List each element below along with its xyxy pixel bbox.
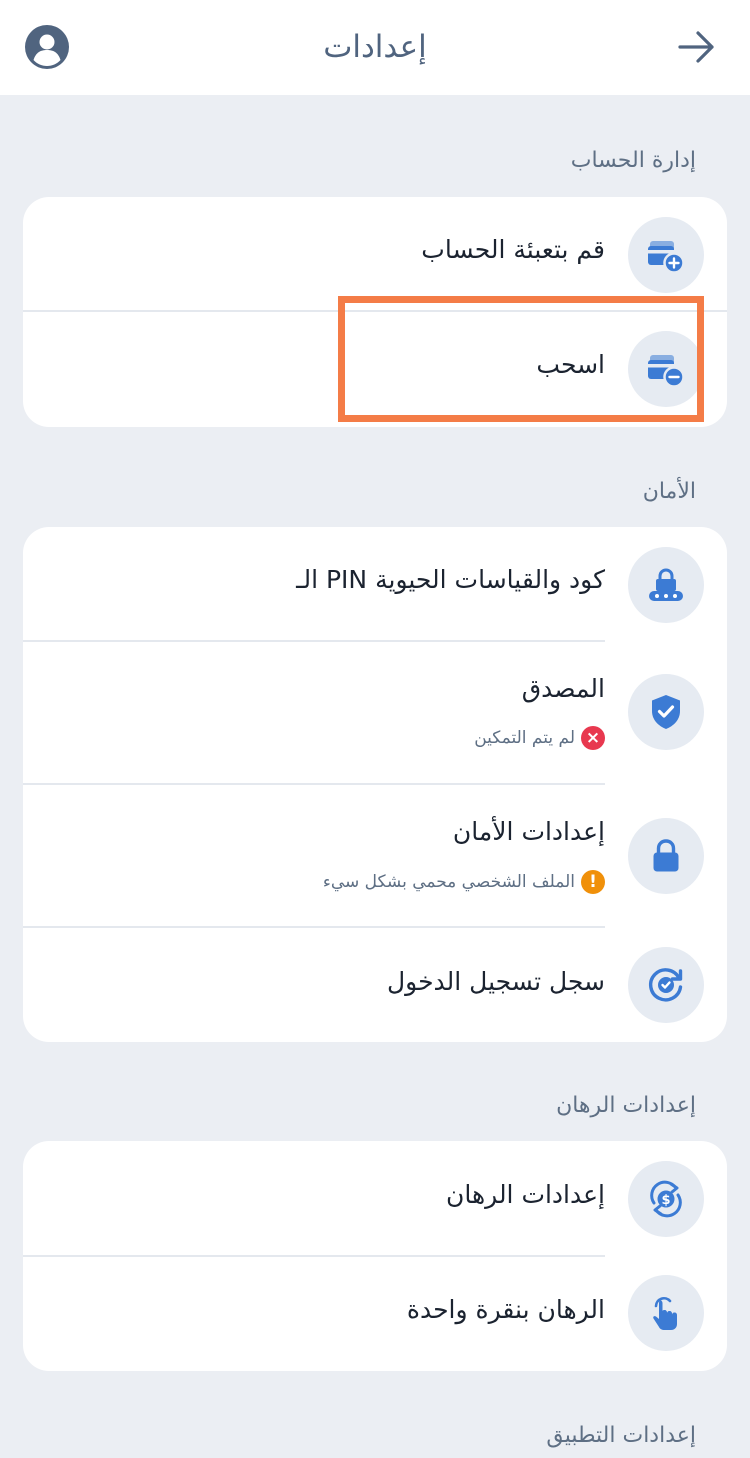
dollar-refresh-icon: $: [628, 1161, 704, 1237]
menu-item-betting-settings[interactable]: $ إعدادات الرهان: [23, 1141, 727, 1255]
menu-item-authenticator[interactable]: المصدق × لم يتم التمكين: [23, 642, 727, 783]
lock-pin-icon: [628, 547, 704, 623]
menu-item-login-history[interactable]: سجل تسجيل الدخول: [23, 928, 727, 1042]
menu-item-top-up[interactable]: قم بتعبئة الحساب: [23, 197, 727, 312]
betting-card: $ إعدادات الرهان الرهان بنقرة واحدة: [23, 1141, 727, 1371]
menu-item-withdraw[interactable]: اسحب: [23, 312, 727, 427]
menu-item-security-settings[interactable]: إعدادات الأمان ! الملف الشخصي محمي بشكل …: [23, 785, 727, 926]
user-avatar-icon[interactable]: [24, 24, 70, 70]
arrow-right-icon[interactable]: [676, 26, 718, 68]
section-label-betting: إعدادات الرهان: [556, 1093, 696, 1118]
menu-item-title: قم بتعبئة الحساب: [421, 235, 605, 264]
history-icon: [628, 947, 704, 1023]
menu-item-one-click-bet[interactable]: الرهان بنقرة واحدة: [23, 1257, 727, 1371]
lock-icon: [628, 818, 704, 894]
error-icon: ×: [581, 726, 605, 750]
menu-item-title: المصدق: [521, 674, 605, 703]
status-text: لم يتم التمكين: [474, 728, 575, 748]
menu-item-title: سجل تسجيل الدخول: [386, 967, 605, 996]
menu-item-title: الرهان بنقرة واحدة: [406, 1295, 605, 1324]
menu-item-title: إعدادات الرهان: [445, 1180, 605, 1209]
menu-item-title: كود والقياسات الحيوية PIN الـ: [296, 565, 605, 594]
menu-item-pin-biometrics[interactable]: كود والقياسات الحيوية PIN الـ: [23, 527, 727, 640]
security-card: كود والقياسات الحيوية PIN الـ المصدق × ل…: [23, 527, 727, 1042]
menu-item-subtitle: × لم يتم التمكين: [474, 726, 605, 750]
shield-check-icon: [628, 674, 704, 750]
warning-icon: !: [581, 870, 605, 894]
menu-item-subtitle: ! الملف الشخصي محمي بشكل سيء: [323, 870, 605, 894]
menu-item-title: إعدادات الأمان: [452, 817, 605, 846]
wallet-plus-icon: [628, 217, 704, 293]
page-title: إعدادات: [323, 29, 427, 65]
section-label-account: إدارة الحساب: [570, 148, 696, 173]
section-label-security: الأمان: [642, 479, 696, 504]
section-label-app: إعدادات التطبيق: [546, 1423, 696, 1448]
svg-text:$: $: [661, 1193, 670, 1208]
menu-item-title: اسحب: [536, 350, 605, 379]
status-text: الملف الشخصي محمي بشكل سيء: [322, 872, 575, 892]
wallet-minus-icon: [628, 331, 704, 407]
tap-hand-icon: [628, 1275, 704, 1351]
account-card: قم بتعبئة الحساب اسحب: [23, 197, 727, 427]
top-bar: إعدادات: [0, 0, 750, 95]
